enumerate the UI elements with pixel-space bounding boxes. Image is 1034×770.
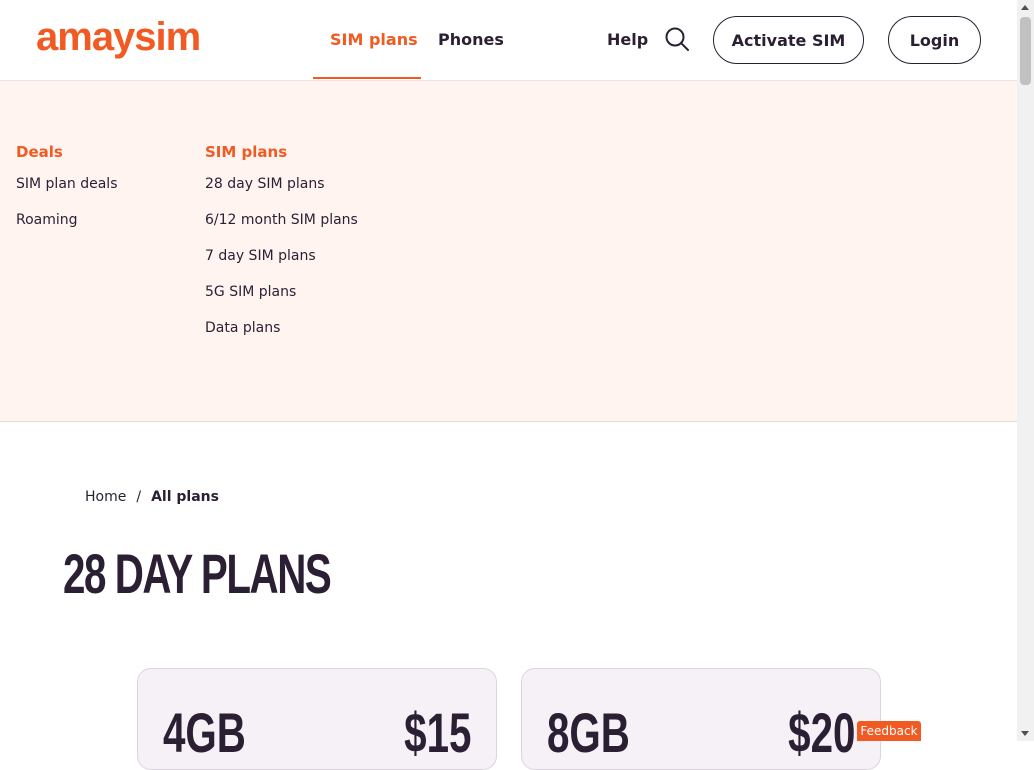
breadcrumb-home[interactable]: Home xyxy=(85,489,126,505)
plan-data-amount: 4GB xyxy=(163,701,246,764)
menu-link-roaming[interactable]: Roaming xyxy=(16,212,118,248)
feedback-button[interactable]: Feedback xyxy=(857,721,921,741)
menu-column-deals: Deals SIM plan deals Roaming xyxy=(16,143,118,248)
breadcrumb-current: All plans xyxy=(151,489,219,505)
amaysim-logo[interactable]: amaysim xyxy=(36,18,218,62)
sim-plans-mega-menu: Deals SIM plan deals Roaming SIM plans 2… xyxy=(0,81,1017,422)
login-button[interactable]: Login xyxy=(888,16,981,64)
scroll-thumb[interactable] xyxy=(1020,17,1031,85)
plan-price: $15 xyxy=(403,701,471,764)
page-title: 28 DAY PLANS xyxy=(63,542,332,605)
breadcrumb: Home / All plans xyxy=(85,489,219,505)
plan-data-amount: 8GB xyxy=(547,701,630,764)
activate-sim-button[interactable]: Activate SIM xyxy=(713,16,864,64)
search-icon[interactable] xyxy=(664,26,690,52)
nav-help[interactable]: Help xyxy=(607,30,648,49)
menu-link-28-day[interactable]: 28 day SIM plans xyxy=(205,176,358,212)
scroll-up-icon[interactable] xyxy=(1021,5,1029,10)
menu-link-5g[interactable]: 5G SIM plans xyxy=(205,284,358,320)
plan-card[interactable]: 8GB $20 xyxy=(521,668,881,770)
logo-wordmark: amaysim xyxy=(36,18,201,59)
site-header: amaysim SIM plans Phones Help Activate S… xyxy=(0,0,1017,81)
menu-heading-sim-plans[interactable]: SIM plans xyxy=(205,143,358,161)
nav-sim-plans[interactable]: SIM plans xyxy=(330,30,418,49)
nav-phones[interactable]: Phones xyxy=(438,30,504,49)
menu-heading-deals[interactable]: Deals xyxy=(16,143,118,161)
scroll-down-icon[interactable] xyxy=(1021,731,1029,736)
plan-card[interactable]: 4GB $15 xyxy=(137,668,497,770)
menu-link-data-plans[interactable]: Data plans xyxy=(205,320,358,356)
nav-active-underline xyxy=(313,77,421,79)
svg-text:amaysim: amaysim xyxy=(36,18,200,59)
plan-price: $20 xyxy=(787,701,855,764)
menu-link-6-12-month[interactable]: 6/12 month SIM plans xyxy=(205,212,358,248)
menu-column-sim-plans: SIM plans 28 day SIM plans 6/12 month SI… xyxy=(205,143,358,356)
menu-link-7-day[interactable]: 7 day SIM plans xyxy=(205,248,358,284)
menu-link-sim-plan-deals[interactable]: SIM plan deals xyxy=(16,176,118,212)
breadcrumb-separator: / xyxy=(136,489,142,505)
page-scrollbar[interactable] xyxy=(1017,0,1034,741)
